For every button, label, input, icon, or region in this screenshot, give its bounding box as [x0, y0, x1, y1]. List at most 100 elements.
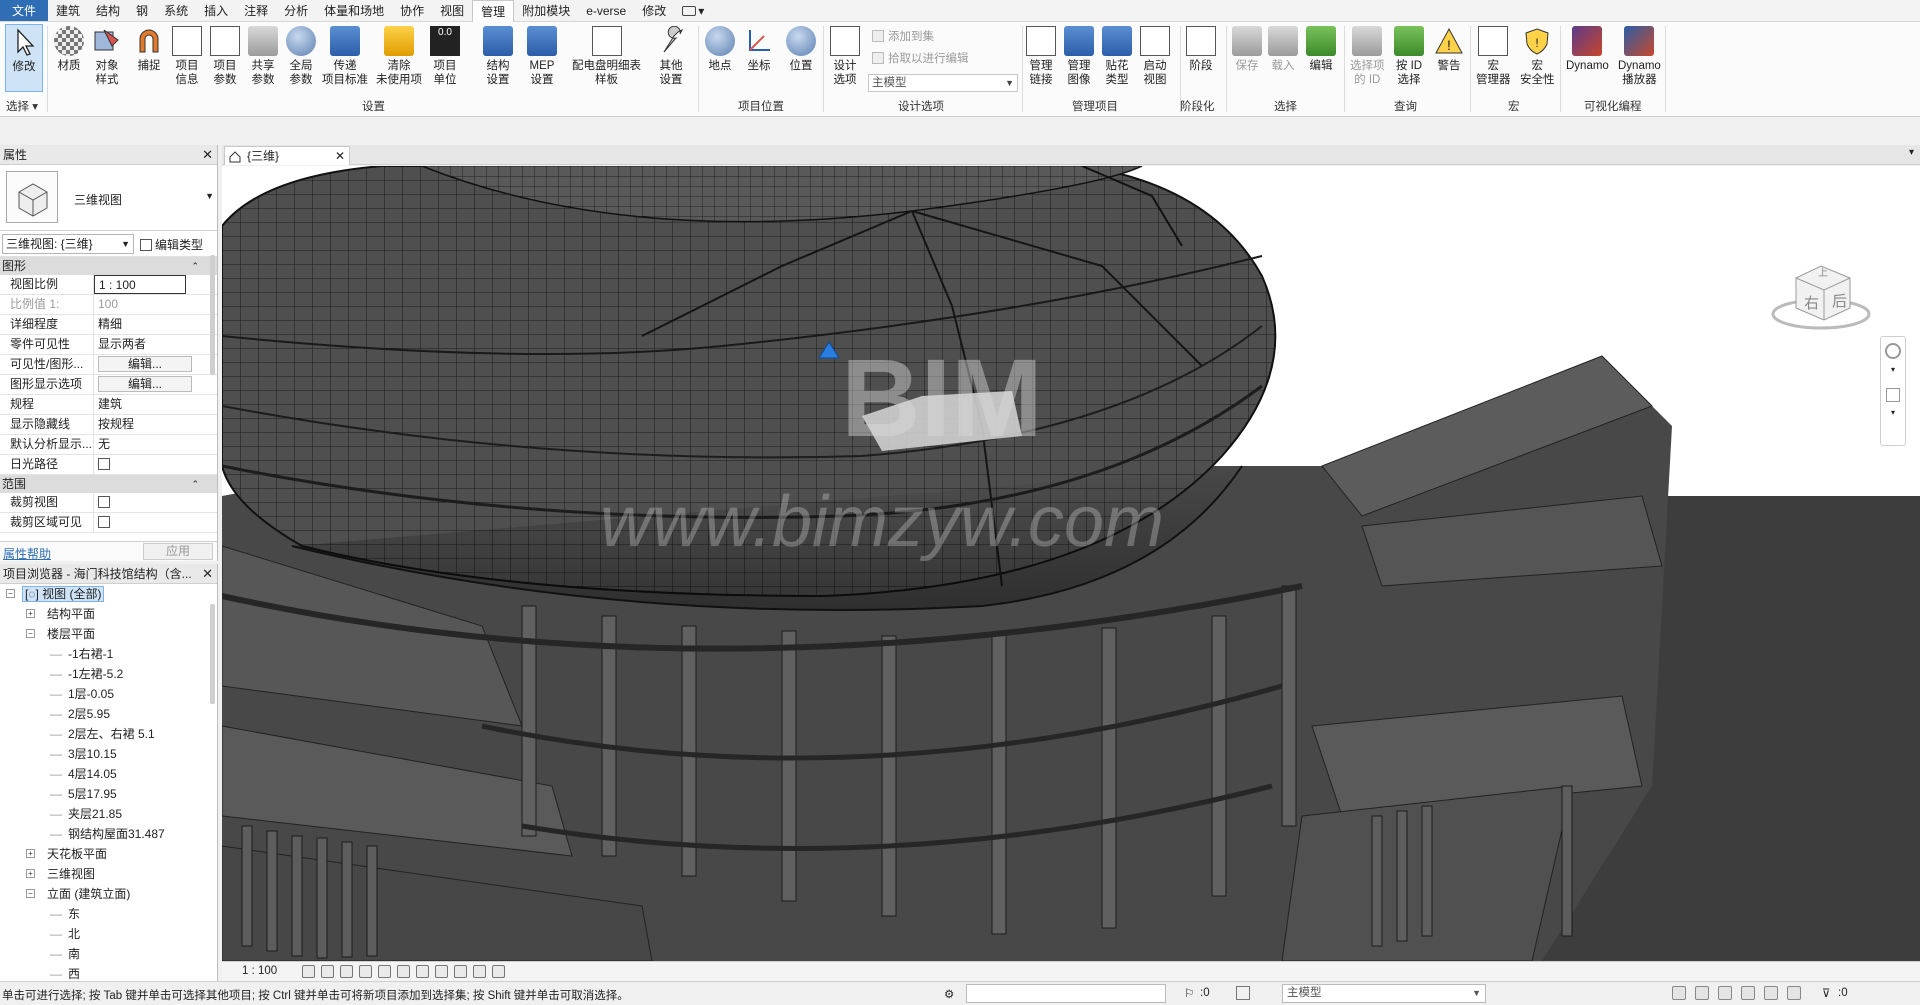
- global-parameters-button[interactable]: 全局 参数: [286, 24, 316, 87]
- steering-wheel-icon[interactable]: [1885, 343, 1901, 359]
- lock-3d-view-icon[interactable]: [435, 965, 448, 978]
- type-selector[interactable]: 三维视图 ▼: [0, 165, 217, 231]
- tab-manage[interactable]: 管理: [472, 0, 515, 22]
- property-row[interactable]: 比例值 1: 100: [0, 295, 217, 315]
- phases-button[interactable]: 阶段: [1186, 24, 1216, 73]
- design-option-combo[interactable]: 主模型 ▼: [868, 74, 1018, 92]
- section-graphics[interactable]: 图形 ⌃: [0, 257, 217, 275]
- tree-node-floor-plan[interactable]: — -1左裙-5.2: [0, 664, 217, 684]
- crop-region-icon[interactable]: [416, 965, 429, 978]
- project-units-button[interactable]: 0.0 项目 单位: [430, 24, 460, 87]
- coordinates-button[interactable]: 坐标: [744, 24, 774, 73]
- property-value[interactable]: 编辑...: [94, 355, 217, 374]
- sun-path-icon[interactable]: [340, 965, 353, 978]
- property-value[interactable]: [94, 493, 217, 512]
- modify-button[interactable]: 修改: [5, 24, 43, 92]
- tab-structure[interactable]: 结构: [88, 0, 128, 21]
- browser-scrollbar[interactable]: [210, 604, 215, 704]
- starting-view-button[interactable]: 启动 视图: [1140, 24, 1170, 87]
- macro-security-button[interactable]: ! 宏安全性: [1520, 24, 1555, 87]
- project-parameters-button[interactable]: 项目 参数: [210, 24, 240, 87]
- tree-node-floor-plan[interactable]: — 夹层21.85: [0, 804, 217, 824]
- reveal-hidden-icon[interactable]: [473, 965, 486, 978]
- tab-collaborate[interactable]: 协作: [392, 0, 432, 21]
- tab-systems[interactable]: 系统: [156, 0, 196, 21]
- editing-requests-icon[interactable]: ⚐: [1184, 986, 1194, 1000]
- ribbon-toggle-button[interactable]: ▾: [674, 0, 712, 21]
- view-scale-field[interactable]: 1 : 100: [94, 275, 186, 294]
- property-value[interactable]: 100: [94, 295, 217, 314]
- select-pinned-icon[interactable]: [1718, 986, 1732, 1000]
- temporary-hide-icon[interactable]: [454, 965, 467, 978]
- crop-view-icon[interactable]: [397, 965, 410, 978]
- select-group-label[interactable]: 选择 ▾: [6, 98, 38, 114]
- workset-selector[interactable]: [966, 984, 1166, 1003]
- location-button[interactable]: 地点: [705, 24, 735, 73]
- purge-unused-button[interactable]: 清除 未使用项: [376, 24, 422, 87]
- macro-manager-button[interactable]: 宏管理器: [1476, 24, 1511, 87]
- visual-style-icon[interactable]: [321, 965, 334, 978]
- tab-addins[interactable]: 附加模块: [514, 0, 578, 21]
- tab-overflow-icon[interactable]: ▾: [1909, 147, 1914, 158]
- tree-node-floor-plan[interactable]: — 4层14.05: [0, 764, 217, 784]
- instance-filter-dropdown[interactable]: 三维视图: {三维} ▼: [2, 234, 134, 254]
- property-value[interactable]: 精细: [94, 315, 217, 334]
- drag-elements-icon[interactable]: [1764, 986, 1778, 1000]
- structural-settings-button[interactable]: 结构 设置: [483, 24, 513, 87]
- close-icon[interactable]: ✕: [202, 145, 213, 165]
- tab-annotate[interactable]: 注释: [236, 0, 276, 21]
- property-row[interactable]: 显示隐藏线 按规程: [0, 415, 217, 435]
- properties-scrollbar[interactable]: [210, 255, 215, 375]
- edit-button[interactable]: 编辑...: [98, 376, 192, 392]
- tree-node-ceiling-plans[interactable]: + 天花板平面: [0, 844, 217, 864]
- tab-massing[interactable]: 体量和场地: [316, 0, 392, 21]
- tree-node-elevation[interactable]: — 东: [0, 904, 217, 924]
- section-extents[interactable]: 范围 ⌃: [0, 475, 217, 493]
- design-options-button[interactable]: 设计 选项: [830, 24, 860, 87]
- property-value[interactable]: [94, 513, 217, 532]
- tab-architecture[interactable]: 建筑: [48, 0, 88, 21]
- tree-node-elevation[interactable]: — 南: [0, 944, 217, 964]
- tree-node-floor-plan[interactable]: — 3层10.15: [0, 744, 217, 764]
- decal-types-button[interactable]: 贴花 类型: [1102, 24, 1132, 87]
- property-row[interactable]: 裁剪视图: [0, 493, 217, 513]
- background-processes-icon[interactable]: [1787, 986, 1801, 1000]
- rendering-icon[interactable]: [378, 965, 391, 978]
- property-row[interactable]: 默认分析显示... 无: [0, 435, 217, 455]
- property-value[interactable]: [94, 455, 217, 474]
- dynamo-player-button[interactable]: Dynamo 播放器: [1618, 24, 1661, 87]
- analytical-model-icon[interactable]: [492, 965, 505, 978]
- crop-view-checkbox[interactable]: [98, 496, 110, 508]
- warnings-button[interactable]: ! 警告: [1434, 24, 1464, 73]
- manage-links-button[interactable]: 管理 链接: [1026, 24, 1056, 87]
- tab-modify[interactable]: 修改: [634, 0, 674, 21]
- property-row[interactable]: 规程 建筑: [0, 395, 217, 415]
- close-icon[interactable]: ✕: [335, 147, 345, 165]
- save-selection-button[interactable]: 保存: [1232, 24, 1262, 73]
- tree-node-floor-plan[interactable]: — 2层左、右裙 5.1: [0, 724, 217, 744]
- position-button[interactable]: 位置: [786, 24, 816, 73]
- tab-steel[interactable]: 钢: [128, 0, 156, 21]
- shadows-icon[interactable]: [359, 965, 372, 978]
- manage-images-button[interactable]: 管理 图像: [1064, 24, 1094, 87]
- property-row[interactable]: 详细程度 精细: [0, 315, 217, 335]
- zoom-icon[interactable]: [1886, 388, 1900, 402]
- property-row[interactable]: 日光路径: [0, 455, 217, 475]
- select-links-icon[interactable]: [1672, 986, 1686, 1000]
- close-icon[interactable]: ✕: [202, 564, 213, 584]
- select-by-face-icon[interactable]: [1741, 986, 1755, 1000]
- design-options-status-icon[interactable]: [1236, 986, 1250, 1000]
- tab-everse[interactable]: e-verse: [578, 0, 634, 21]
- tab-analyze[interactable]: 分析: [276, 0, 316, 21]
- mep-settings-button[interactable]: MEP 设置: [527, 24, 557, 87]
- design-option-status-combo[interactable]: 主模型 ▼: [1282, 984, 1486, 1003]
- filter-icon[interactable]: ⊽: [1822, 986, 1830, 1000]
- worksets-icon[interactable]: ⚙: [944, 987, 954, 1001]
- materials-button[interactable]: 材质: [54, 24, 84, 73]
- add-to-set-button[interactable]: 添加到集: [872, 28, 934, 44]
- tree-node-floor-plan[interactable]: — 2层5.95: [0, 704, 217, 724]
- detail-level-icon[interactable]: [302, 965, 315, 978]
- property-value[interactable]: 编辑...: [94, 375, 217, 394]
- tree-node-floor-plans[interactable]: − 楼层平面: [0, 624, 217, 644]
- select-underlay-icon[interactable]: [1695, 986, 1709, 1000]
